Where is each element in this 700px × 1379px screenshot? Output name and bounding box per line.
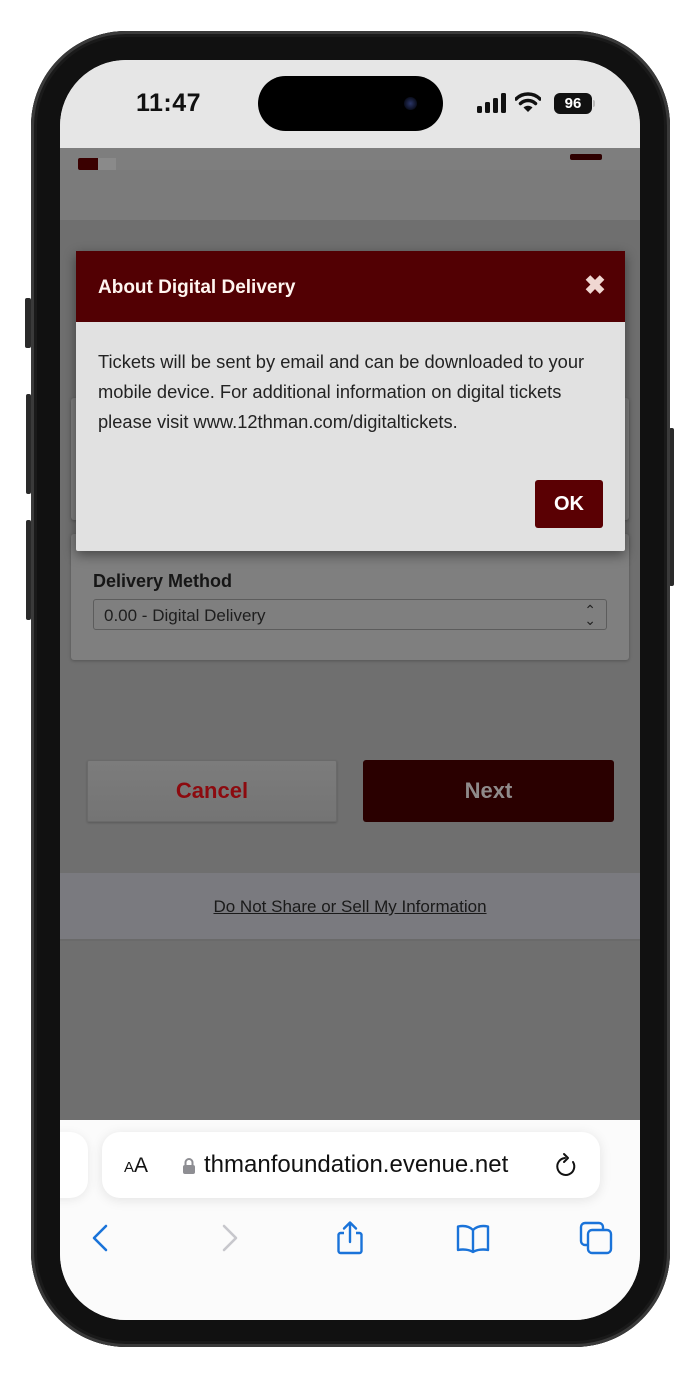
phone-screen: 11:47 96 2 X Gig 'Em Pass Voucher To Be … — [60, 60, 640, 1320]
modal-body-text: Tickets will be sent by email and can be… — [98, 351, 585, 432]
modal-title: About Digital Delivery — [98, 277, 296, 298]
address-bar[interactable]: AA thmanfoundation.evenue.net — [102, 1132, 600, 1198]
battery-tip — [593, 100, 595, 107]
forward-icon[interactable] — [210, 1220, 246, 1256]
chevron-up-down-icon: ⌃ ⌄ — [584, 602, 596, 628]
dynamic-island — [258, 76, 443, 131]
camera-icon — [404, 97, 417, 110]
delivery-method-label: Delivery Method — [93, 571, 233, 591]
previous-tab-peek[interactable] — [60, 1132, 88, 1198]
delivery-card: Delivery Method 0.00 - Digital Delivery … — [71, 534, 629, 660]
share-icon[interactable] — [332, 1220, 368, 1256]
tabs-icon[interactable] — [578, 1220, 614, 1256]
cancel-button[interactable]: Cancel — [87, 760, 337, 822]
ok-button[interactable]: OK — [535, 480, 603, 528]
cellular-signal-icon — [477, 93, 506, 113]
status-time: 11:47 — [136, 89, 202, 117]
delivery-method-select[interactable]: 0.00 - Digital Delivery ⌃ ⌄ — [93, 599, 607, 630]
site-logo-accent — [98, 158, 116, 170]
close-icon[interactable]: ✖ — [583, 272, 607, 298]
digital-delivery-modal: About Digital Delivery ✖ Tickets will be… — [76, 251, 625, 551]
status-bar: 11:47 96 — [60, 60, 640, 148]
browser-chrome: AA thmanfoundation.evenue.net — [60, 1120, 640, 1320]
do-not-sell-link[interactable]: Do Not Share or Sell My Information — [60, 897, 640, 917]
site-header — [60, 148, 640, 170]
lock-icon — [183, 1158, 195, 1174]
page-band — [60, 170, 640, 220]
url-text[interactable]: thmanfoundation.evenue.net — [204, 1151, 508, 1179]
menu-icon — [570, 154, 602, 160]
text-size-button[interactable]: AA — [124, 1154, 148, 1178]
reload-icon[interactable] — [554, 1152, 580, 1180]
web-page: 2 X Gig 'Em Pass Voucher To Be Allocated… — [60, 148, 640, 1120]
modal-header: About Digital Delivery ✖ — [76, 251, 625, 322]
next-button[interactable]: Next — [363, 760, 614, 822]
bookmarks-icon[interactable] — [455, 1220, 491, 1256]
wifi-icon — [515, 92, 541, 112]
back-icon[interactable] — [84, 1220, 120, 1256]
page-footer: Do Not Share or Sell My Information — [60, 873, 640, 941]
battery-icon: 96 — [554, 93, 592, 114]
delivery-method-value: 0.00 - Digital Delivery — [104, 606, 266, 625]
